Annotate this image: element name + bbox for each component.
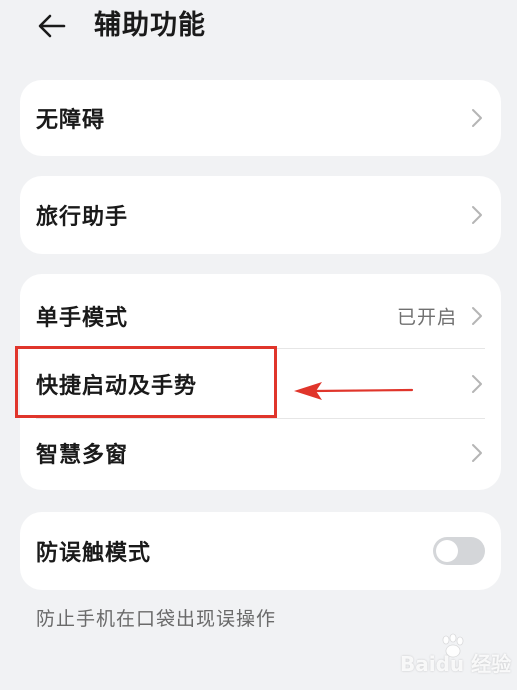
list-item-travel-assistant[interactable]: 旅行助手 xyxy=(20,176,501,254)
list-item-one-handed-mode[interactable]: 单手模式 已开启 xyxy=(20,280,501,352)
list-item-label: 无障碍 xyxy=(36,108,106,133)
toggle-knob xyxy=(436,540,458,562)
chevron-right-icon xyxy=(472,307,482,325)
list-item-label: 防误触模式 xyxy=(36,541,152,566)
list-item-label: 单手模式 xyxy=(36,306,129,331)
card-accidental-touch: 防误触模式 xyxy=(20,512,501,590)
status-value: 已开启 xyxy=(396,306,457,329)
card-accessibility: 无障碍 xyxy=(20,80,501,156)
setting-description: 防止手机在口袋出现误操作 xyxy=(36,608,277,630)
watermark-text: Baidu 经验 xyxy=(400,652,512,676)
arrow-left-icon xyxy=(38,14,66,38)
list-item-label: 旅行助手 xyxy=(36,205,129,230)
list-item-smart-multi-window[interactable]: 智慧多窗 xyxy=(20,420,501,486)
accidental-touch-toggle[interactable] xyxy=(433,537,485,565)
chevron-right-icon xyxy=(472,206,482,224)
top-app-bar: 辅助功能 xyxy=(0,0,517,56)
back-button[interactable] xyxy=(34,8,70,44)
annotation-arrow-icon xyxy=(294,382,414,400)
list-item-accidental-touch-mode[interactable]: 防误触模式 xyxy=(20,512,501,590)
chevron-right-icon xyxy=(472,444,482,462)
card-travel-assistant: 旅行助手 xyxy=(20,176,501,254)
chevron-right-icon xyxy=(472,375,482,393)
page-title: 辅助功能 xyxy=(94,10,206,41)
divider xyxy=(36,418,485,419)
watermark: Baidu 经验 xyxy=(400,633,511,676)
list-item-accessibility[interactable]: 无障碍 xyxy=(20,80,501,156)
chevron-right-icon xyxy=(472,109,482,127)
annotation-highlight-box xyxy=(15,346,277,418)
list-item-label: 智慧多窗 xyxy=(36,443,129,468)
